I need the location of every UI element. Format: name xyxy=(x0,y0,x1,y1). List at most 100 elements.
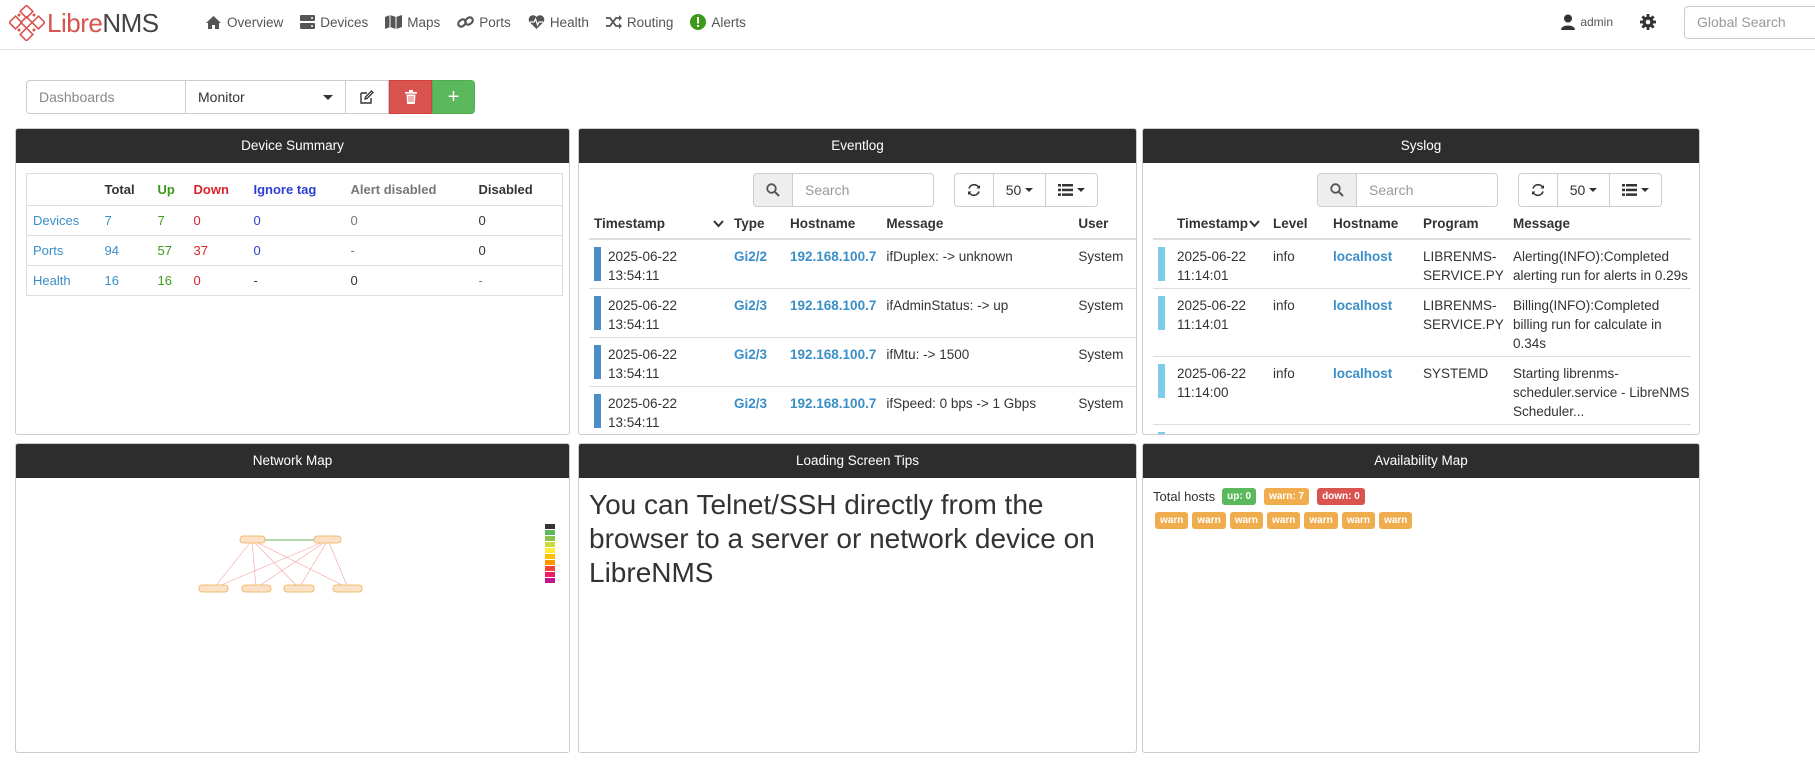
hostname-link[interactable]: 192.168.100.7 xyxy=(790,249,876,264)
message-line: alerting run for alerts in 0.29s xyxy=(1513,268,1688,283)
network-node[interactable] xyxy=(239,535,266,544)
page-size-dropdown[interactable]: 50 xyxy=(1558,173,1610,207)
host-tile[interactable]: warn xyxy=(1192,512,1226,529)
table-row: Ports 94 57 37 0 - 0 xyxy=(26,235,563,266)
row-up[interactable]: 16 xyxy=(151,265,188,296)
hostname-link[interactable]: localhost xyxy=(1333,249,1392,264)
type-link[interactable]: Gi2/3 xyxy=(734,298,767,313)
row-total[interactable]: 16 xyxy=(98,265,152,296)
program-cell: LIBRENMS- SERVICE.PY xyxy=(1418,288,1508,357)
row-name-link[interactable]: Health xyxy=(26,265,99,296)
host-tile[interactable]: warn xyxy=(1267,512,1301,529)
nav-alerts[interactable]: Alerts xyxy=(690,14,746,30)
message-line: Starting librenms- xyxy=(1513,365,1619,381)
col-header-program[interactable]: Program xyxy=(1418,209,1508,240)
row-alert-disabled[interactable]: 0 xyxy=(344,265,473,296)
network-links xyxy=(213,539,349,589)
hostname-link[interactable]: localhost xyxy=(1333,366,1392,381)
nav-routing[interactable]: Routing xyxy=(605,15,673,30)
host-tile[interactable]: warn xyxy=(1155,512,1189,529)
host-tile[interactable]: warn xyxy=(1379,512,1413,529)
network-map-canvas[interactable] xyxy=(16,478,569,752)
row-alert-disabled[interactable]: 0 xyxy=(344,205,473,236)
user-cell: System xyxy=(1073,239,1136,289)
network-node[interactable] xyxy=(332,584,363,593)
hostname-link[interactable]: localhost xyxy=(1333,298,1392,313)
row-up[interactable]: 7 xyxy=(151,205,188,236)
row-disabled[interactable]: 0 xyxy=(472,235,563,266)
row-down[interactable]: 0 xyxy=(187,205,248,236)
user-menu[interactable]: admin xyxy=(1561,14,1613,30)
delete-dashboard-button[interactable] xyxy=(389,80,432,114)
network-node[interactable] xyxy=(198,584,229,593)
row-total[interactable]: 7 xyxy=(98,205,152,236)
row-disabled: - xyxy=(472,265,563,296)
dashboards-input[interactable]: Dashboards xyxy=(26,80,186,114)
col-header-hostname[interactable]: Hostname xyxy=(785,209,882,240)
message-line: 0.34s xyxy=(1513,335,1547,351)
availability-map-title[interactable]: Availability Map xyxy=(1143,444,1699,478)
nav-overview[interactable]: Overview xyxy=(205,15,283,30)
syslog-actions: 50 xyxy=(1518,173,1662,207)
row-down[interactable]: 0 xyxy=(187,265,248,296)
syslog-toolbar: Search 50 xyxy=(1317,173,1662,207)
nav-devices[interactable]: Devices xyxy=(300,15,368,30)
host-tile[interactable]: warn xyxy=(1341,512,1376,529)
row-ignore[interactable]: 0 xyxy=(247,205,345,236)
network-node[interactable] xyxy=(283,584,315,593)
network-node[interactable] xyxy=(313,535,342,544)
col-header-timestamp[interactable]: Timestamp xyxy=(1172,209,1268,240)
network-node[interactable] xyxy=(241,584,272,593)
row-name-link[interactable]: Devices xyxy=(26,205,99,236)
col-header-level[interactable]: Level xyxy=(1268,209,1328,240)
page-size-dropdown[interactable]: 50 xyxy=(994,173,1046,207)
col-header-message[interactable]: Message xyxy=(1508,209,1691,240)
tips-title[interactable]: Loading Screen Tips xyxy=(579,444,1136,478)
row-ignore[interactable]: 0 xyxy=(247,235,345,266)
settings-menu[interactable] xyxy=(1640,14,1656,30)
col-header-user[interactable]: User xyxy=(1073,209,1136,240)
eventlog-title[interactable]: Eventlog xyxy=(579,129,1136,163)
type-link[interactable]: Gi2/2 xyxy=(734,249,767,264)
syslog-title[interactable]: Syslog xyxy=(1143,129,1699,163)
col-header-timestamp[interactable]: Timestamp xyxy=(589,209,729,240)
hostname-link[interactable]: 192.168.100.7 xyxy=(790,396,876,411)
list-icon xyxy=(1058,184,1073,196)
device-summary-title[interactable]: Device Summary xyxy=(16,129,569,163)
global-search-input[interactable]: Global Search xyxy=(1684,5,1815,39)
message-line: billing run for calculate in xyxy=(1513,316,1662,332)
columns-dropdown[interactable] xyxy=(1046,173,1098,207)
syslog-search-input[interactable]: Search xyxy=(1357,173,1498,207)
host-tile[interactable]: warn xyxy=(1229,512,1264,529)
program-cell: SYSTEMD xyxy=(1418,356,1508,425)
brand-logo-link[interactable]: LibreNMS xyxy=(9,5,159,41)
col-header-hostname[interactable]: Hostname xyxy=(1328,209,1418,240)
dashboard-select[interactable]: Monitor xyxy=(186,80,346,114)
user-icon xyxy=(1561,14,1576,30)
type-link[interactable]: Gi2/3 xyxy=(734,347,767,362)
add-dashboard-button[interactable]: + xyxy=(432,80,475,114)
host-tile[interactable]: warn xyxy=(1304,512,1338,529)
nav-maps[interactable]: Maps xyxy=(385,15,440,30)
row-total[interactable]: 94 xyxy=(98,235,152,266)
type-link[interactable]: Gi2/3 xyxy=(734,396,767,411)
nav-ports[interactable]: Ports xyxy=(457,15,511,30)
col-header-type[interactable]: Type xyxy=(729,209,785,240)
row-up[interactable]: 57 xyxy=(151,235,188,266)
network-map-widget: Network Map xyxy=(15,443,570,753)
table-row: 2025-06-22 11:14:01 info localhost LIBREN… xyxy=(1153,288,1691,357)
network-map-title[interactable]: Network Map xyxy=(16,444,569,478)
row-down[interactable]: 37 xyxy=(187,235,248,266)
row-name-link[interactable]: Ports xyxy=(26,235,99,266)
columns-dropdown[interactable] xyxy=(1610,173,1662,207)
col-header-message[interactable]: Message xyxy=(881,209,1074,240)
edit-dashboard-button[interactable] xyxy=(346,80,389,114)
hostname-link[interactable]: localhost xyxy=(1333,434,1392,435)
eventlog-search-input[interactable]: Search xyxy=(793,173,934,207)
refresh-button[interactable] xyxy=(1518,173,1558,207)
hostname-link[interactable]: 192.168.100.7 xyxy=(790,347,876,362)
hostname-link[interactable]: 192.168.100.7 xyxy=(790,298,876,313)
refresh-button[interactable] xyxy=(954,173,994,207)
nav-health[interactable]: Health xyxy=(528,15,589,30)
row-disabled[interactable]: 0 xyxy=(472,205,563,236)
